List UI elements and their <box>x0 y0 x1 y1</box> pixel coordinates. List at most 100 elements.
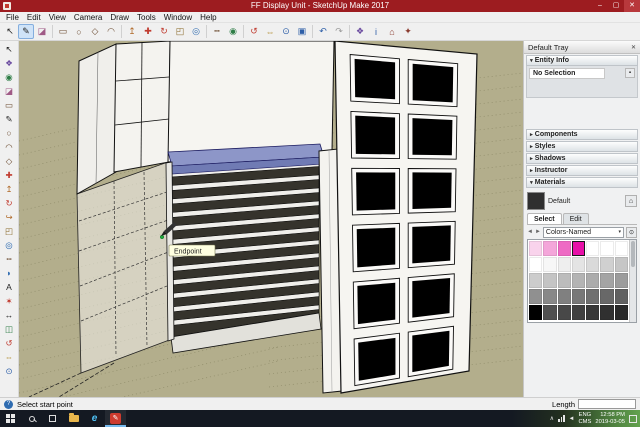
sketchup-taskbar-button[interactable]: ✎ <box>105 410 126 427</box>
forward-icon[interactable]: ► <box>535 229 541 235</box>
polygon-tool-icon[interactable]: ◇ <box>2 154 17 168</box>
color-swatch[interactable] <box>543 257 556 272</box>
tray-section-components[interactable]: ▸ Components <box>526 129 638 140</box>
text-tool-icon[interactable]: A <box>2 280 17 294</box>
color-swatch[interactable] <box>615 273 628 288</box>
pan-tool-icon[interactable]: ⇔ <box>2 350 17 364</box>
scale-tool-icon[interactable]: ◰ <box>2 224 17 238</box>
color-swatch[interactable] <box>615 289 628 304</box>
scale-tool-icon[interactable]: ◰ <box>172 24 188 39</box>
scrollbar[interactable] <box>629 240 636 322</box>
zoom-extents-icon[interactable]: ▣ <box>294 24 310 39</box>
orbit-tool-icon[interactable]: ↺ <box>246 24 262 39</box>
zoom-tool-icon[interactable]: ⊙ <box>278 24 294 39</box>
sample-paint-icon[interactable]: ⊙ <box>626 227 637 238</box>
menu-tools[interactable]: Tools <box>133 12 160 23</box>
maximize-button[interactable]: ▢ <box>608 0 624 12</box>
make-component-icon[interactable]: ❖ <box>352 24 368 39</box>
close-button[interactable]: ✕ <box>624 0 640 12</box>
color-swatch[interactable] <box>543 289 556 304</box>
clock[interactable]: 12:58 PM 2019-03-05 <box>595 412 625 425</box>
push-pull-tool-icon[interactable]: ↥ <box>124 24 140 39</box>
line-tool-icon[interactable]: ✎ <box>2 112 17 126</box>
network-icon[interactable] <box>558 415 565 422</box>
color-swatch[interactable] <box>600 289 613 304</box>
color-swatch-selected[interactable] <box>572 241 585 256</box>
eraser-tool-icon[interactable]: ◪ <box>2 84 17 98</box>
edge-button[interactable]: e <box>84 410 105 427</box>
color-swatch[interactable] <box>529 289 542 304</box>
move-tool-icon[interactable]: ✚ <box>140 24 156 39</box>
menu-file[interactable]: File <box>2 12 23 23</box>
3d-warehouse-icon[interactable]: ⌂ <box>384 24 400 39</box>
color-swatch[interactable] <box>600 273 613 288</box>
color-swatch[interactable] <box>600 305 613 320</box>
tray-expand-icon[interactable]: ∧ <box>550 415 554 422</box>
color-swatch[interactable] <box>543 305 556 320</box>
color-swatch[interactable] <box>600 241 613 256</box>
tab-select[interactable]: Select <box>527 213 562 224</box>
color-swatch[interactable] <box>615 305 628 320</box>
color-swatch[interactable] <box>558 305 571 320</box>
minimize-button[interactable]: – <box>592 0 608 12</box>
menu-edit[interactable]: Edit <box>23 12 45 23</box>
model-info-icon[interactable]: i <box>368 24 384 39</box>
menu-camera[interactable]: Camera <box>70 12 106 23</box>
in-model-icon[interactable]: ⌂ <box>625 195 637 207</box>
orbit-tool-icon[interactable]: ↺ <box>2 336 17 350</box>
move-tool-icon[interactable]: ✚ <box>2 168 17 182</box>
circle-tool-icon[interactable]: ○ <box>2 126 17 140</box>
follow-me-tool-icon[interactable]: ↪ <box>2 210 17 224</box>
menu-draw[interactable]: Draw <box>106 12 133 23</box>
undo-icon[interactable]: ↶ <box>315 24 331 39</box>
extension-warehouse-icon[interactable]: ✦ <box>400 24 416 39</box>
color-swatch[interactable] <box>586 305 599 320</box>
paint-bucket-tool-icon[interactable]: ◉ <box>2 70 17 84</box>
color-swatch[interactable] <box>572 289 585 304</box>
file-explorer-button[interactable] <box>63 410 84 427</box>
color-swatch[interactable] <box>543 241 556 256</box>
circle-tool-icon[interactable]: ○ <box>71 24 87 39</box>
zoom-tool-icon[interactable]: ⊙ <box>2 364 17 378</box>
tray-section-entity-info[interactable]: ▾ Entity Info <box>526 55 638 66</box>
select-tool-icon[interactable]: ↖ <box>2 42 17 56</box>
color-swatch[interactable] <box>586 273 599 288</box>
color-swatch[interactable] <box>558 289 571 304</box>
color-swatch[interactable] <box>615 241 628 256</box>
entity-info-menu-icon[interactable]: ▪ <box>625 68 635 78</box>
color-swatch[interactable] <box>600 257 613 272</box>
tab-edit[interactable]: Edit <box>563 213 589 224</box>
volume-icon[interactable]: ◄ <box>569 416 575 422</box>
redo-icon[interactable]: ↷ <box>331 24 347 39</box>
color-swatch[interactable] <box>558 257 571 272</box>
color-swatch[interactable] <box>529 257 542 272</box>
language-indicator[interactable]: ENG CMS <box>578 412 591 425</box>
menu-view[interactable]: View <box>45 12 70 23</box>
select-tool-icon[interactable]: ↖ <box>2 24 18 39</box>
color-swatch[interactable] <box>572 305 585 320</box>
axes-tool-icon[interactable]: ✶ <box>2 294 17 308</box>
task-view-button[interactable] <box>42 410 63 427</box>
color-swatch[interactable] <box>558 241 571 256</box>
rectangle-tool-icon[interactable]: ▭ <box>55 24 71 39</box>
tray-section-shadows[interactable]: ▸ Shadows <box>526 153 638 164</box>
paint-bucket-tool-icon[interactable]: ◉ <box>225 24 241 39</box>
polygon-tool-icon[interactable]: ◇ <box>87 24 103 39</box>
rotate-tool-icon[interactable]: ↻ <box>156 24 172 39</box>
protractor-tool-icon[interactable]: ◗ <box>2 266 17 280</box>
viewport-canvas[interactable]: Endpoint <box>19 41 523 397</box>
arc-tool-icon[interactable]: ◠ <box>103 24 119 39</box>
search-button[interactable] <box>21 410 42 427</box>
color-swatch[interactable] <box>615 257 628 272</box>
tape-measure-tool-icon[interactable]: ┅ <box>209 24 225 39</box>
back-icon[interactable]: ◄ <box>527 229 533 235</box>
panel-door[interactable] <box>335 41 477 393</box>
notifications-icon[interactable] <box>629 415 637 423</box>
colors-collection-dropdown[interactable]: Colors-Named ▾ <box>543 227 624 238</box>
help-icon[interactable]: ? <box>4 400 13 409</box>
arc-tool-icon[interactable]: ◠ <box>2 140 17 154</box>
section-plane-tool-icon[interactable]: ◫ <box>2 322 17 336</box>
offset-tool-icon[interactable]: ◎ <box>2 238 17 252</box>
dimension-tool-icon[interactable]: ↔ <box>2 308 17 322</box>
pan-tool-icon[interactable]: ⇔ <box>262 24 278 39</box>
